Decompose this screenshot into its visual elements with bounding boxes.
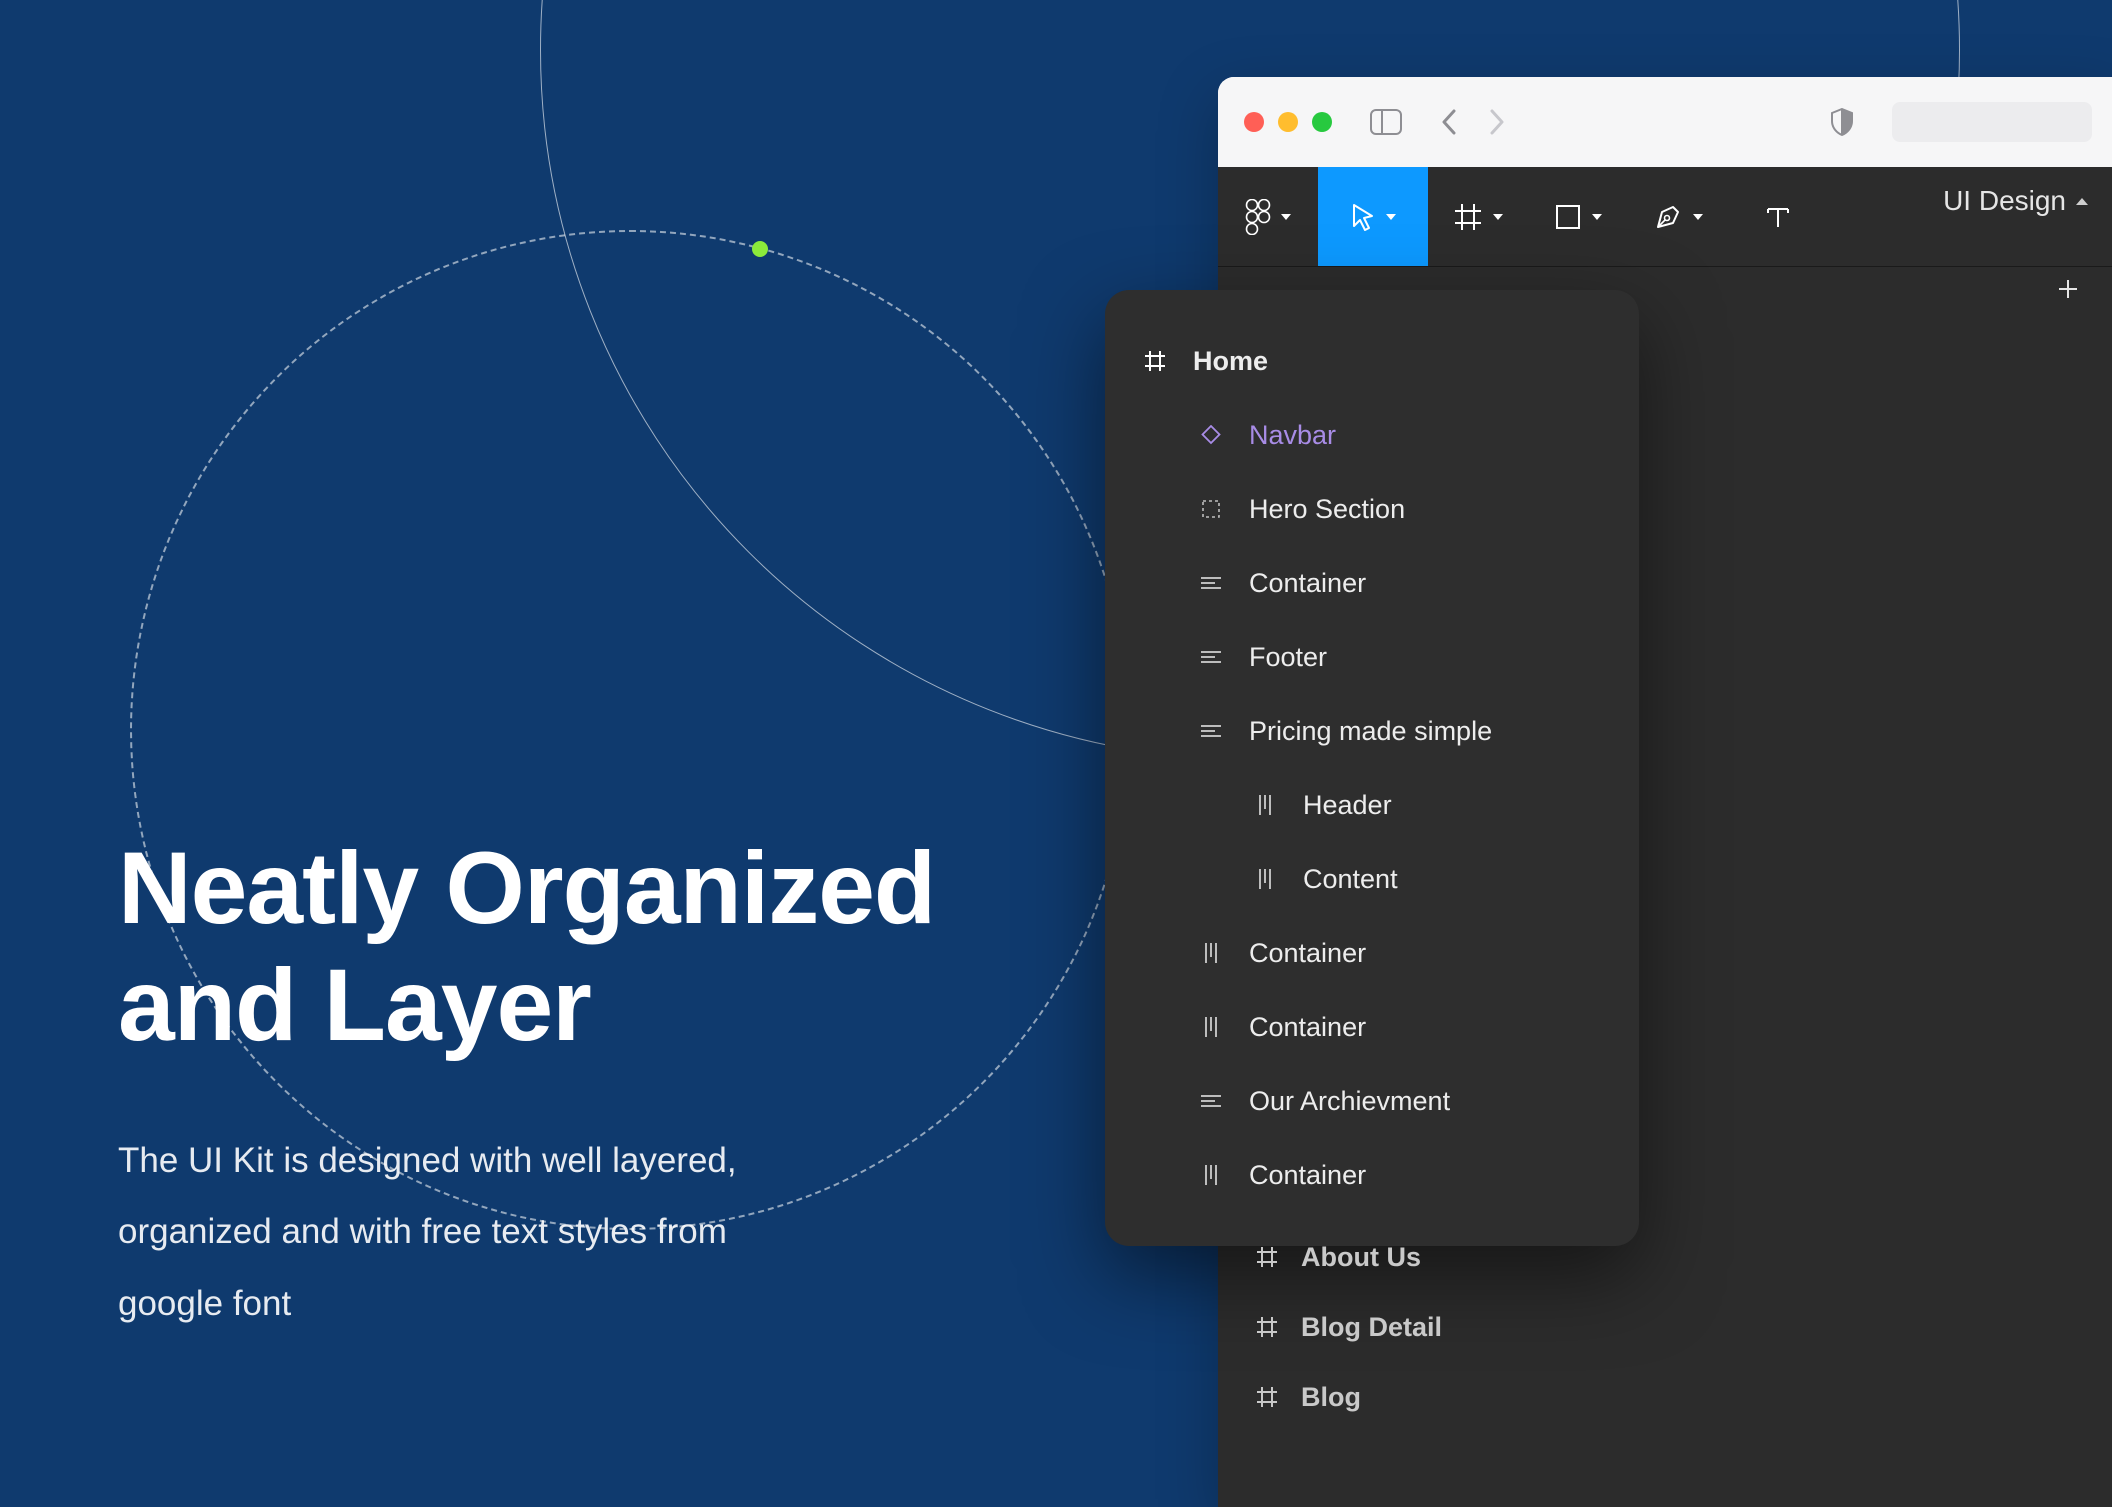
- layer-label: Container: [1249, 1012, 1366, 1043]
- layer-label: Footer: [1249, 642, 1327, 673]
- chevron-down-icon: [1386, 214, 1396, 220]
- auto-layout-horizontal-icon: [1197, 724, 1225, 738]
- close-button[interactable]: [1244, 112, 1264, 132]
- url-bar[interactable]: [1892, 102, 2092, 142]
- privacy-shield-icon[interactable]: [1830, 108, 1854, 136]
- minimize-button[interactable]: [1278, 112, 1298, 132]
- layer-label: Navbar: [1249, 420, 1336, 451]
- decorative-dot: [752, 241, 768, 257]
- shape-tool[interactable]: [1528, 167, 1628, 266]
- hero-text-block: Neatly Organized and Layer The UI Kit is…: [118, 830, 935, 1340]
- layer-label: Container: [1249, 568, 1366, 599]
- layer-item-achievement[interactable]: Our Archievment: [1105, 1064, 1639, 1138]
- back-button[interactable]: [1440, 108, 1458, 136]
- auto-layout-horizontal-icon: [1197, 1094, 1225, 1108]
- hero-title-line-2: and Layer: [118, 948, 591, 1062]
- layer-frame-about-us[interactable]: About Us: [1253, 1222, 1442, 1292]
- forward-button[interactable]: [1488, 108, 1506, 136]
- sidebar-toggle-icon[interactable]: [1370, 109, 1402, 135]
- layer-label: Blog: [1301, 1382, 1361, 1413]
- nav-arrows: [1440, 108, 1506, 136]
- frame-icon: [1253, 1245, 1281, 1269]
- layer-label: Header: [1303, 790, 1392, 821]
- chevron-up-icon: [2076, 198, 2088, 205]
- layer-item-container-3[interactable]: Container: [1105, 990, 1639, 1064]
- move-tool[interactable]: [1318, 167, 1428, 266]
- toolbar: [1218, 167, 2112, 267]
- layer-item-pricing[interactable]: Pricing made simple: [1105, 694, 1639, 768]
- layer-item-header[interactable]: Header: [1105, 768, 1639, 842]
- pen-tool[interactable]: [1628, 167, 1728, 266]
- frame-tool[interactable]: [1428, 167, 1528, 266]
- layer-label: Pricing made simple: [1249, 716, 1492, 747]
- auto-layout-vertical-icon: [1197, 1165, 1225, 1185]
- frame-icon: [1253, 1315, 1281, 1339]
- figma-menu-tool[interactable]: [1218, 167, 1318, 266]
- layer-frames-extra: About Us Blog Detail Blog: [1253, 1222, 1442, 1432]
- frame-icon: [1253, 1385, 1281, 1409]
- layer-label: Container: [1249, 938, 1366, 969]
- layer-label: Content: [1303, 864, 1398, 895]
- auto-layout-horizontal-icon: [1197, 650, 1225, 664]
- layer-item-hero-section[interactable]: Hero Section: [1105, 472, 1639, 546]
- auto-layout-horizontal-icon: [1197, 576, 1225, 590]
- layer-label: About Us: [1301, 1242, 1421, 1273]
- layer-item-container-2[interactable]: Container: [1105, 916, 1639, 990]
- layer-frame-blog[interactable]: Blog: [1253, 1362, 1442, 1432]
- auto-layout-vertical-icon: [1251, 795, 1279, 815]
- auto-layout-vertical-icon: [1251, 869, 1279, 889]
- layer-item-navbar[interactable]: Navbar: [1105, 398, 1639, 472]
- layer-label: Blog Detail: [1301, 1312, 1442, 1343]
- auto-layout-vertical-icon: [1197, 943, 1225, 963]
- layer-label: Our Archievment: [1249, 1086, 1450, 1117]
- layer-label: Home: [1193, 346, 1268, 377]
- chevron-down-icon: [1693, 214, 1703, 220]
- component-icon: [1197, 425, 1225, 445]
- group-icon: [1197, 499, 1225, 519]
- add-page-button[interactable]: [2056, 277, 2080, 301]
- hero-title-line-1: Neatly Organized: [118, 831, 935, 945]
- chevron-down-icon: [1493, 214, 1503, 220]
- maximize-button[interactable]: [1312, 112, 1332, 132]
- hero-subtitle: The UI Kit is designed with well layered…: [118, 1125, 818, 1340]
- layer-frame-blog-detail[interactable]: Blog Detail: [1253, 1292, 1442, 1362]
- layer-item-content[interactable]: Content: [1105, 842, 1639, 916]
- layer-frame-home[interactable]: Home: [1105, 324, 1639, 398]
- chevron-down-icon: [1281, 214, 1291, 220]
- chevron-down-icon: [1592, 214, 1602, 220]
- project-dropdown[interactable]: UI Design: [1943, 185, 2088, 217]
- traffic-lights: [1244, 112, 1332, 132]
- layer-item-container[interactable]: Container: [1105, 546, 1639, 620]
- hero-title: Neatly Organized and Layer: [118, 830, 935, 1065]
- layer-item-footer[interactable]: Footer: [1105, 620, 1639, 694]
- layer-label: Container: [1249, 1160, 1366, 1191]
- browser-chrome: [1218, 77, 2112, 167]
- project-name: UI Design: [1943, 185, 2066, 217]
- layer-label: Hero Section: [1249, 494, 1405, 525]
- layers-panel: Home Navbar Hero Section Container Foote…: [1105, 290, 1639, 1246]
- text-tool[interactable]: [1728, 167, 1828, 266]
- layer-item-container-4[interactable]: Container: [1105, 1138, 1639, 1212]
- frame-icon: [1141, 349, 1169, 373]
- auto-layout-vertical-icon: [1197, 1017, 1225, 1037]
